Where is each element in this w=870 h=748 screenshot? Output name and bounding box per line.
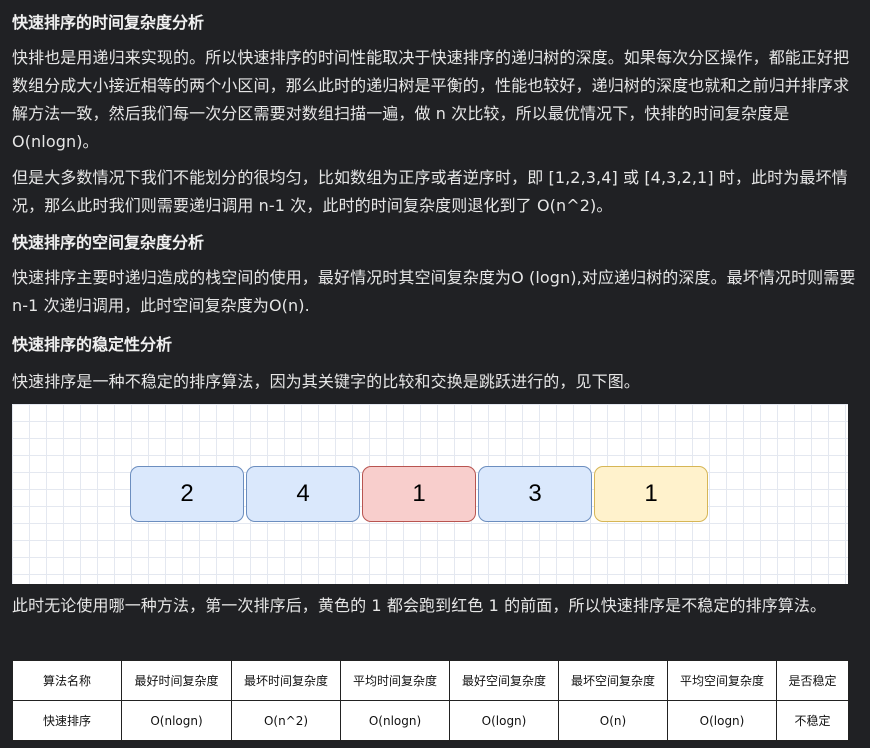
table-header-cell: 最坏空间复杂度: [558, 660, 668, 701]
section-title-space-complexity: 快速排序的空间复杂度分析: [12, 233, 205, 252]
paragraph-time-worst: 但是大多数情况下我们不能划分的很均匀，比如数组为正序或者逆序时，即 [1,2,3…: [12, 168, 848, 215]
table-header-cell: 平均空间复杂度: [667, 660, 777, 701]
paragraph-stability-conclusion: 此时无论使用哪一种方法，第一次排序后，黄色的 1 都会跑到红色 1 的前面，所以…: [12, 596, 827, 615]
array-box-4: 3: [478, 466, 592, 522]
array-box-1: 2: [130, 466, 244, 522]
table-header-cell: 算法名称: [12, 660, 122, 701]
section-title-stability: 快速排序的稳定性分析: [12, 335, 173, 354]
array-box-3-red: 1: [362, 466, 476, 522]
table-row: 快速排序 O(nlogn) O(n^2) O(nlogn) O(logn) O(…: [12, 700, 849, 741]
table-cell: O(logn): [667, 700, 777, 741]
section-title-time-complexity: 快速排序的时间复杂度分析: [12, 13, 205, 32]
array-diagram: 2 4 1 3 1: [12, 404, 848, 584]
table-header-cell: 最好空间复杂度: [449, 660, 559, 701]
table-cell: O(n^2): [231, 700, 341, 741]
table-cell: 不稳定: [776, 700, 849, 741]
paragraph-space: 快速排序主要时递归造成的栈空间的使用，最好情况时其空间复杂度为O (logn),…: [12, 268, 856, 315]
array-box-5-yellow: 1: [594, 466, 708, 522]
table-cell: O(logn): [449, 700, 559, 741]
array-box-2: 4: [246, 466, 360, 522]
table-header-cell: 最好时间复杂度: [121, 660, 232, 701]
table-header-cell: 是否稳定: [776, 660, 849, 701]
table-cell: O(nlogn): [340, 700, 450, 741]
table-cell: O(n): [558, 700, 668, 741]
complexity-table: 算法名称 最好时间复杂度 最坏时间复杂度 平均时间复杂度 最好空间复杂度 最坏空…: [12, 660, 849, 741]
table-header-cell: 平均时间复杂度: [340, 660, 450, 701]
table-cell: 快速排序: [12, 700, 122, 741]
paragraph-stability-intro: 快速排序是一种不稳定的排序算法，因为其关键字的比较和交换是跳跃进行的，见下图。: [12, 372, 640, 391]
table-header-row: 算法名称 最好时间复杂度 最坏时间复杂度 平均时间复杂度 最好空间复杂度 最坏空…: [12, 660, 849, 701]
table-header-cell: 最坏时间复杂度: [231, 660, 341, 701]
table-cell: O(nlogn): [121, 700, 232, 741]
paragraph-time-best: 快排也是用递归来实现的。所以快速排序的时间性能取决于快速排序的递归树的深度。如果…: [12, 48, 850, 151]
